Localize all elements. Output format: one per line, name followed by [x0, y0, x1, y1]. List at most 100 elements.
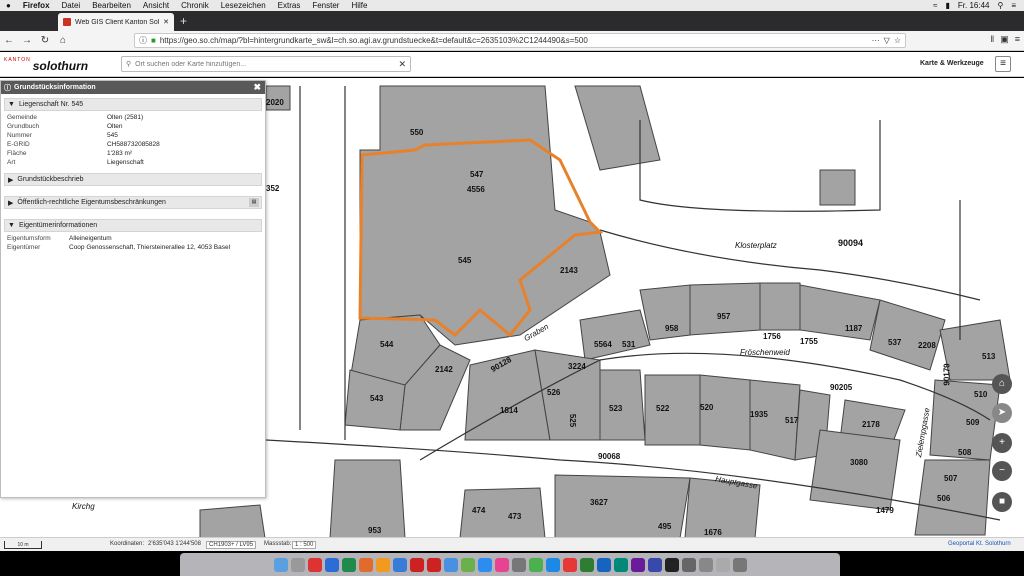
- section-liegenschaft[interactable]: ▼ Liegenschaft Nr. 545: [4, 98, 262, 111]
- search-input[interactable]: [135, 60, 395, 68]
- app-icon[interactable]: [698, 557, 713, 572]
- zoom-out-button[interactable]: −: [992, 461, 1012, 481]
- spotlight-icon[interactable]: ⚲: [997, 1, 1003, 10]
- app-icon[interactable]: [715, 557, 730, 572]
- logo[interactable]: KANTON solothurn: [4, 56, 88, 73]
- app-icon[interactable]: [630, 557, 645, 572]
- app-icon[interactable]: [579, 557, 594, 572]
- menu-chronik[interactable]: Chronik: [175, 1, 215, 10]
- sidebar-icon[interactable]: ▣: [1000, 34, 1009, 45]
- menu-ansicht[interactable]: Ansicht: [137, 1, 175, 10]
- attr-row: E-GRID CH588732085828: [7, 140, 259, 149]
- menu-extras[interactable]: Extras: [272, 1, 307, 10]
- terminal-icon[interactable]: [664, 557, 679, 572]
- pocket-icon[interactable]: ▽: [884, 36, 890, 45]
- acrobat-icon[interactable]: [426, 557, 441, 572]
- acrobat-icon[interactable]: [409, 557, 424, 572]
- section-label: Eigentümerinformationen: [18, 222, 98, 229]
- owner-attributes: Eigentumsform Alleineigentum Eigentümer Co…: [7, 234, 259, 252]
- portal-link[interactable]: Geoportal Kt. Solothurn: [948, 541, 1011, 547]
- parcel-label: 1935: [750, 410, 768, 419]
- menu-bearbeiten[interactable]: Bearbeiten: [86, 1, 137, 10]
- parcel-label: 474: [472, 506, 486, 515]
- page-actions-icon[interactable]: ···: [872, 36, 880, 45]
- premiere-icon[interactable]: [647, 557, 662, 572]
- battery-icon[interactable]: ▮: [945, 1, 949, 10]
- menu-datei[interactable]: Datei: [56, 1, 87, 10]
- music-icon[interactable]: [494, 557, 509, 572]
- launchpad-icon[interactable]: [290, 557, 305, 572]
- powerpoint-icon[interactable]: [358, 557, 373, 572]
- attr-key: Gemeinde: [7, 114, 37, 121]
- search-box[interactable]: ⚲ ✕: [121, 56, 411, 72]
- app-icon[interactable]: [307, 557, 322, 572]
- trash-icon[interactable]: [732, 557, 747, 572]
- tab-close-icon[interactable]: ✕: [163, 18, 169, 26]
- home-icon[interactable]: ⌂: [54, 35, 72, 46]
- hamburger-menu-icon[interactable]: ≡: [1015, 34, 1020, 45]
- mac-menu-bar: ● Firefox Datei Bearbeiten Ansicht Chron…: [0, 0, 1024, 11]
- app-icon[interactable]: [545, 557, 560, 572]
- app-icon[interactable]: [392, 557, 407, 572]
- tools-label[interactable]: Karte & Werkzeuge: [920, 60, 984, 67]
- clock[interactable]: Fr. 16:44: [958, 1, 990, 10]
- app-icon[interactable]: [528, 557, 543, 572]
- url-text[interactable]: https://geo.so.ch/map/?bl=hintergrundkar…: [160, 36, 868, 45]
- library-icon[interactable]: ‖: [991, 34, 995, 45]
- reload-icon[interactable]: ↻: [36, 35, 54, 46]
- parcel-label: 1187: [845, 324, 863, 333]
- zoom-in-button[interactable]: +: [992, 433, 1012, 453]
- coords-value: 2'635'043 1'244'508: [148, 541, 201, 547]
- menu-list-icon[interactable]: ≡: [1011, 1, 1016, 10]
- new-tab-button[interactable]: +: [180, 14, 187, 28]
- parcel-label: 509: [966, 418, 980, 427]
- app-icon[interactable]: [596, 557, 611, 572]
- app-icon[interactable]: [460, 557, 475, 572]
- menu-hilfe[interactable]: Hilfe: [345, 1, 373, 10]
- menu-fenster[interactable]: Fenster: [306, 1, 345, 10]
- app-icon[interactable]: [681, 557, 696, 572]
- app-icon[interactable]: [511, 557, 526, 572]
- app-menu-button[interactable]: ≡: [995, 56, 1011, 72]
- url-bar[interactable]: ⓘ ■ https://geo.so.ch/map/?bl=hintergrun…: [134, 33, 906, 48]
- parcel-label: 5564: [594, 340, 612, 349]
- attr-row: Grundbuch Olten: [7, 122, 259, 131]
- app-icon[interactable]: [443, 557, 458, 572]
- parcel-label: 352: [266, 184, 280, 193]
- panel-header: ⓘ Grundstücksinformation ✖: [1, 81, 265, 94]
- attr-key: Art: [7, 159, 16, 166]
- finder-icon[interactable]: [273, 557, 288, 572]
- parcel-label: 495: [658, 522, 672, 531]
- tab-webgis[interactable]: Web GIS Client Kanton Solothurn ✕: [58, 13, 174, 31]
- pdf-icon[interactable]: ▤: [249, 198, 259, 207]
- app-icon[interactable]: [477, 557, 492, 572]
- home-view-button[interactable]: ⌂: [992, 374, 1012, 394]
- section-grundstueckbeschrieb[interactable]: ▶ Grundstückbeschrieb: [4, 173, 262, 186]
- wifi-icon[interactable]: ≈: [933, 1, 937, 10]
- apple-icon[interactable]: ●: [0, 1, 17, 10]
- print-button[interactable]: ■: [992, 492, 1012, 512]
- bookmark-star-icon[interactable]: ☆: [894, 36, 905, 45]
- section-eigentuemer[interactable]: ▼ Eigentümerinformationen: [4, 219, 262, 232]
- word-icon[interactable]: [324, 557, 339, 572]
- firefox-icon[interactable]: [375, 557, 390, 572]
- excel-icon[interactable]: [341, 557, 356, 572]
- scale-input[interactable]: 1 : 500: [292, 541, 317, 549]
- parcel-label: 537: [888, 338, 902, 347]
- locate-button[interactable]: ➤: [992, 403, 1012, 423]
- app-icon[interactable]: [613, 557, 628, 572]
- forward-icon[interactable]: →: [18, 35, 36, 46]
- close-icon[interactable]: ✖: [253, 82, 261, 93]
- clear-search-icon[interactable]: ✕: [398, 59, 410, 70]
- lock-icon[interactable]: ■: [151, 36, 156, 45]
- section-oerek[interactable]: ▶ Öffentlich-rechtliche Eigentumsbeschrä…: [4, 196, 262, 209]
- attr-value: CH588732085828: [107, 141, 160, 148]
- menu-lesezeichen[interactable]: Lesezeichen: [215, 1, 272, 10]
- panel-title: Grundstücksinformation: [14, 84, 96, 91]
- menu-firefox[interactable]: Firefox: [17, 1, 56, 10]
- app-icon[interactable]: [562, 557, 577, 572]
- parcel-label: 513: [982, 352, 996, 361]
- crs-select[interactable]: CH1903+ / LV95: [206, 541, 257, 549]
- back-icon[interactable]: ←: [0, 35, 18, 46]
- info-icon[interactable]: ⓘ: [139, 35, 147, 46]
